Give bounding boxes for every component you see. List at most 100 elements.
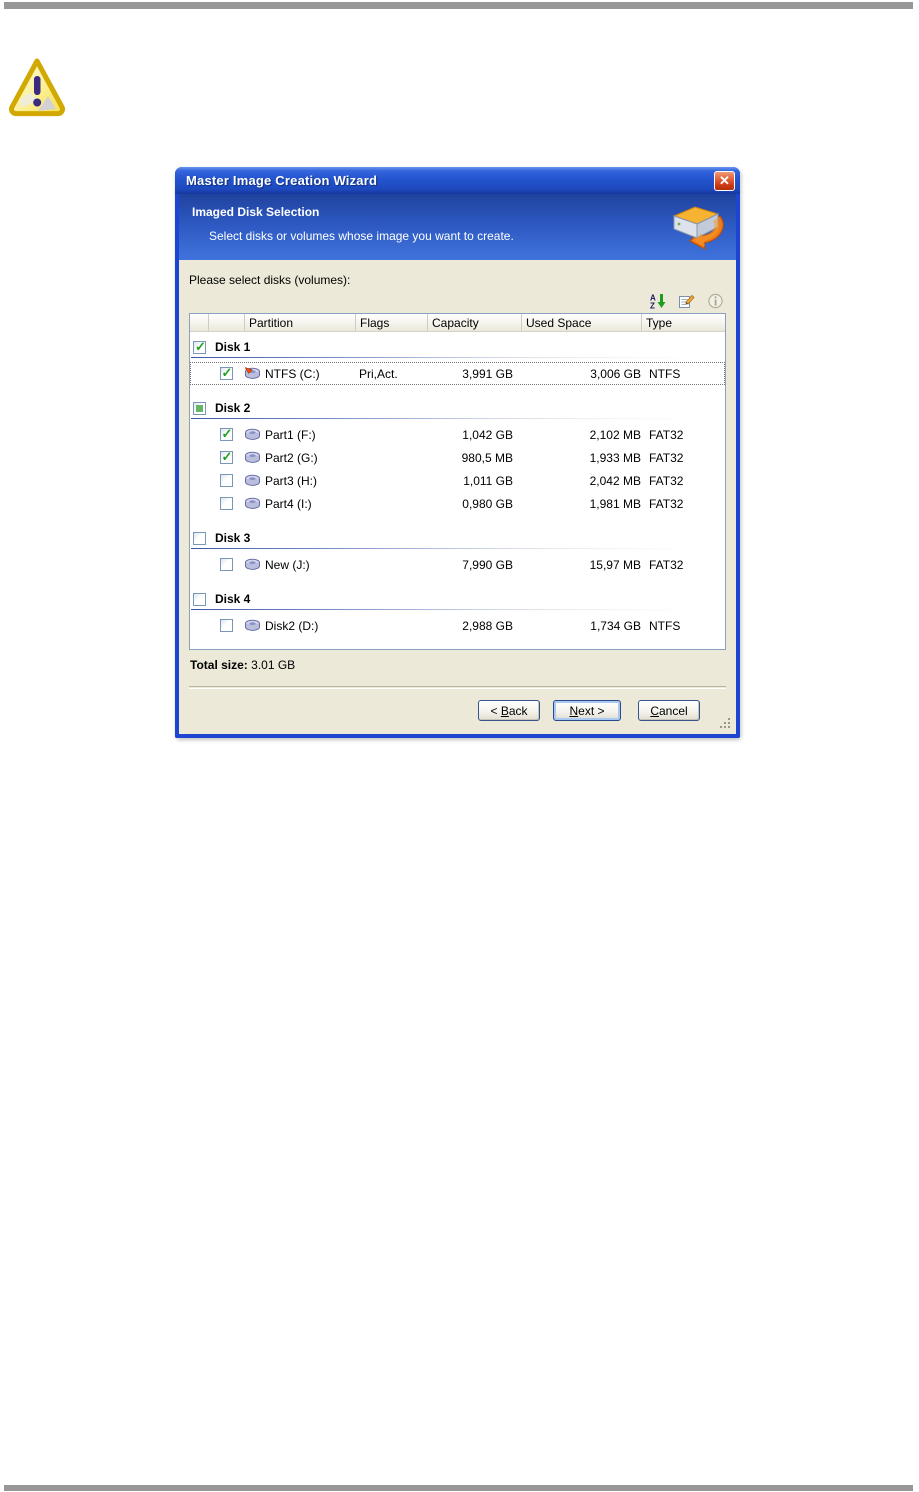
disk-group-row[interactable]: Disk 3 xyxy=(190,529,725,547)
dialog-client-area: Please select disks (volumes): A Z Parti… xyxy=(179,260,736,734)
group-separator xyxy=(191,609,724,611)
partition-type: FAT32 xyxy=(649,427,684,442)
cancel-button[interactable]: Cancel xyxy=(638,700,700,721)
total-size-value: 3.01 GB xyxy=(251,658,296,672)
disk-group: Disk 3 New (J:) 7,990 GB 15,97 MB FAT32 xyxy=(190,529,725,576)
partition-disk-icon xyxy=(245,558,260,570)
total-size-label: Total size: xyxy=(190,658,248,672)
partition-row[interactable]: New (J:) 7,990 GB 15,97 MB FAT32 xyxy=(190,553,725,576)
select-disks-prompt: Please select disks (volumes): xyxy=(189,273,351,287)
partition-disk-icon xyxy=(245,428,260,440)
wizard-buttons: < Back Next > Cancel xyxy=(189,700,700,721)
disk-group-row[interactable]: Disk 2 xyxy=(190,399,725,417)
partition-disk-icon xyxy=(244,367,260,379)
master-image-creation-wizard-dialog: Master Image Creation Wizard ✕ Imaged Di… xyxy=(175,167,740,738)
total-size-line: Total size: 3.01 GB xyxy=(190,658,726,672)
column-type[interactable]: Type xyxy=(641,314,725,331)
listview-header: Partition Flags Capacity Used Space Type xyxy=(190,314,725,332)
disk-group: Disk 4 Disk2 (D:) 2,988 GB 1,734 GB NTFS xyxy=(190,590,725,637)
partition-type: FAT32 xyxy=(649,473,684,488)
disk-label: Disk 2 xyxy=(215,401,251,415)
partition-name: New (J:) xyxy=(265,557,310,572)
partition-used-space: 1,933 MB xyxy=(589,450,641,465)
partition-name: Part2 (G:) xyxy=(265,450,318,465)
page-bottom-rule xyxy=(4,1485,913,1491)
partition-flags xyxy=(355,553,427,576)
next-button[interactable]: Next > xyxy=(553,700,621,721)
disk-group-row[interactable]: Disk 4 xyxy=(190,590,725,608)
disk-image-wizard-icon xyxy=(668,200,724,259)
disk-checkbox[interactable] xyxy=(193,592,206,606)
disk-checkbox[interactable] xyxy=(193,339,206,355)
resize-grip[interactable] xyxy=(719,717,732,730)
back-button[interactable]: < Back xyxy=(478,700,540,721)
partition-checkbox[interactable] xyxy=(219,474,233,487)
listview-body: Disk 1 NTFS (C:) Pri,Act. 3,991 GB 3,006… xyxy=(190,332,725,649)
sort-az-icon[interactable]: A Z xyxy=(648,293,666,310)
partition-checkbox[interactable] xyxy=(219,426,233,442)
dialog-titlebar[interactable]: Master Image Creation Wizard ✕ xyxy=(175,167,740,194)
disk-group-row[interactable]: Disk 1 xyxy=(190,338,725,356)
properties-icon[interactable] xyxy=(677,293,695,310)
partition-row[interactable]: Disk2 (D:) 2,988 GB 1,734 GB NTFS xyxy=(190,614,725,637)
partition-checkbox[interactable] xyxy=(219,558,233,571)
partition-capacity: 3,991 GB xyxy=(462,366,513,381)
disk-label: Disk 1 xyxy=(215,340,251,354)
partition-disk-icon xyxy=(245,474,260,486)
close-button[interactable]: ✕ xyxy=(714,170,735,191)
warning-triangle-icon xyxy=(8,56,66,118)
partition-flags xyxy=(355,423,427,446)
partition-name: Part4 (I:) xyxy=(265,496,312,511)
partition-row[interactable]: Part2 (G:) 980,5 MB 1,933 MB FAT32 xyxy=(190,446,725,469)
partition-row[interactable]: Part1 (F:) 1,042 GB 2,102 MB FAT32 xyxy=(190,423,725,446)
partition-checkbox[interactable] xyxy=(219,619,233,632)
listview-toolbar: A Z xyxy=(189,292,724,310)
disk-checkbox[interactable] xyxy=(193,531,206,545)
partition-used-space: 2,042 MB xyxy=(589,473,641,488)
partition-name: NTFS (C:) xyxy=(265,366,320,381)
column-capacity[interactable]: Capacity xyxy=(427,314,521,331)
disk-group: Disk 2 Part1 (F:) 1,042 GB 2,102 MB FAT3… xyxy=(190,399,725,515)
partition-type: NTFS xyxy=(649,366,681,381)
partition-checkbox[interactable] xyxy=(219,449,233,465)
partition-row[interactable]: Part3 (H:) 1,011 GB 2,042 MB FAT32 xyxy=(190,469,725,492)
partition-name: Disk2 (D:) xyxy=(265,618,319,633)
partition-checkbox[interactable] xyxy=(219,497,233,510)
partition-checkbox[interactable] xyxy=(219,365,233,381)
partition-type: FAT32 xyxy=(649,557,684,572)
partition-capacity: 1,011 GB xyxy=(463,473,513,488)
partition-capacity: 7,990 GB xyxy=(462,557,513,572)
partition-row[interactable]: Part4 (I:) 0,980 GB 1,981 MB FAT32 xyxy=(190,492,725,515)
banner-subtitle: Select disks or volumes whose image you … xyxy=(209,229,514,243)
partition-disk-icon xyxy=(245,497,260,509)
partition-capacity: 0,980 GB xyxy=(462,496,513,511)
partition-used-space: 15,97 MB xyxy=(589,557,641,572)
partition-row[interactable]: NTFS (C:) Pri,Act. 3,991 GB 3,006 GB NTF… xyxy=(190,362,725,385)
column-flags[interactable]: Flags xyxy=(355,314,427,331)
column-partition[interactable]: Partition xyxy=(244,314,355,331)
partition-disk-icon xyxy=(245,451,260,463)
partition-used-space: 2,102 MB xyxy=(589,427,641,442)
partition-capacity: 980,5 MB xyxy=(461,450,513,465)
partition-capacity: 1,042 GB xyxy=(462,427,513,442)
column-spacer[interactable] xyxy=(190,314,208,331)
partition-name: Part1 (F:) xyxy=(265,427,316,442)
partition-used-space: 1,981 MB xyxy=(589,496,641,511)
disk-listview[interactable]: Partition Flags Capacity Used Space Type… xyxy=(189,313,726,650)
column-used-space[interactable]: Used Space xyxy=(521,314,641,331)
info-icon[interactable] xyxy=(706,293,724,310)
partition-disk-icon xyxy=(245,619,260,631)
partition-flags: Pri,Act. xyxy=(359,366,398,381)
banner-title: Imaged Disk Selection xyxy=(192,205,320,219)
partition-capacity: 2,988 GB xyxy=(462,618,513,633)
wizard-banner: Imaged Disk Selection Select disks or vo… xyxy=(179,194,736,260)
group-separator xyxy=(191,548,724,550)
partition-name: Part3 (H:) xyxy=(265,473,318,488)
disk-checkbox[interactable] xyxy=(193,401,206,415)
dialog-title: Master Image Creation Wizard xyxy=(186,173,378,188)
partition-used-space: 1,734 GB xyxy=(590,618,641,633)
column-checkbox[interactable] xyxy=(208,314,244,331)
partition-used-space: 3,006 GB xyxy=(590,366,641,381)
footer-divider xyxy=(189,686,726,689)
group-separator xyxy=(191,418,724,420)
